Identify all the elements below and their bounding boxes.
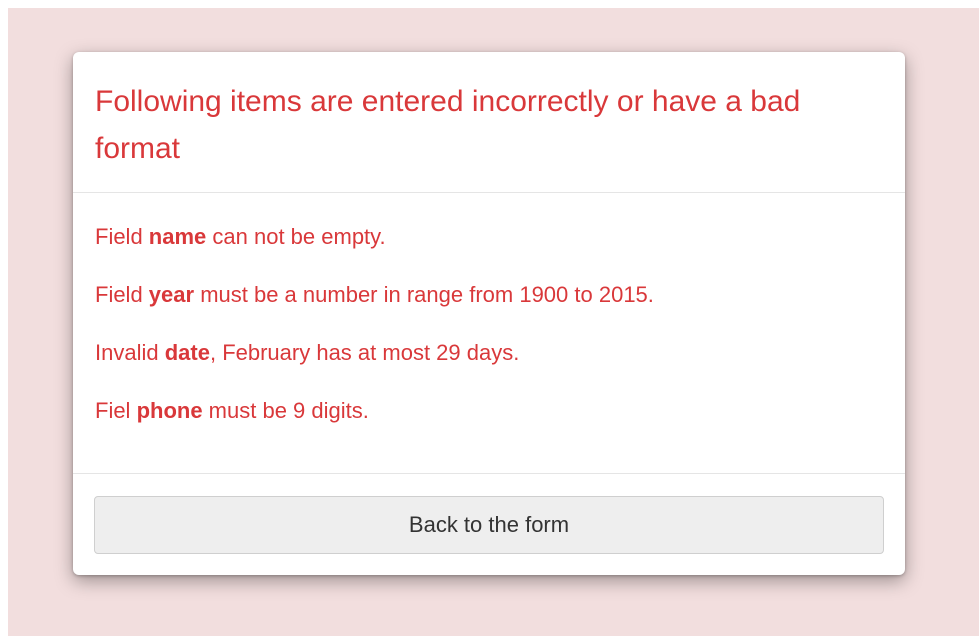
error-suffix: , February has at most 29 days. — [209, 340, 520, 365]
error-field-year: year — [148, 282, 195, 307]
back-to-form-button[interactable]: Back to the form — [94, 496, 884, 554]
dialog-footer: Back to the form — [73, 474, 905, 575]
error-message-year: Field year must be a number in range fro… — [95, 280, 883, 310]
error-prefix: Field — [95, 282, 149, 307]
error-field-name: name — [148, 224, 207, 249]
error-message-phone: Fiel phone must be 9 digits. — [95, 396, 883, 426]
dialog-title: Following items are entered incorrectly … — [95, 85, 801, 165]
error-message-name: Field name can not be empty. — [95, 222, 883, 252]
error-dialog: Following items are entered incorrectly … — [73, 52, 905, 575]
error-field-date: date — [164, 340, 210, 365]
error-suffix: must be a number in range from 1900 to 2… — [194, 282, 654, 307]
error-message-date: Invalid date, February has at most 29 da… — [95, 338, 883, 368]
error-suffix: must be 9 digits. — [202, 398, 369, 423]
error-prefix: Field — [95, 224, 149, 249]
dialog-body: Field name can not be empty. Field year … — [73, 193, 905, 474]
error-suffix: can not be empty. — [206, 224, 386, 249]
dialog-header: Following items are entered incorrectly … — [73, 52, 905, 193]
error-prefix: Fiel — [95, 398, 137, 423]
error-prefix: Invalid — [95, 340, 165, 365]
error-field-phone: phone — [136, 398, 203, 423]
